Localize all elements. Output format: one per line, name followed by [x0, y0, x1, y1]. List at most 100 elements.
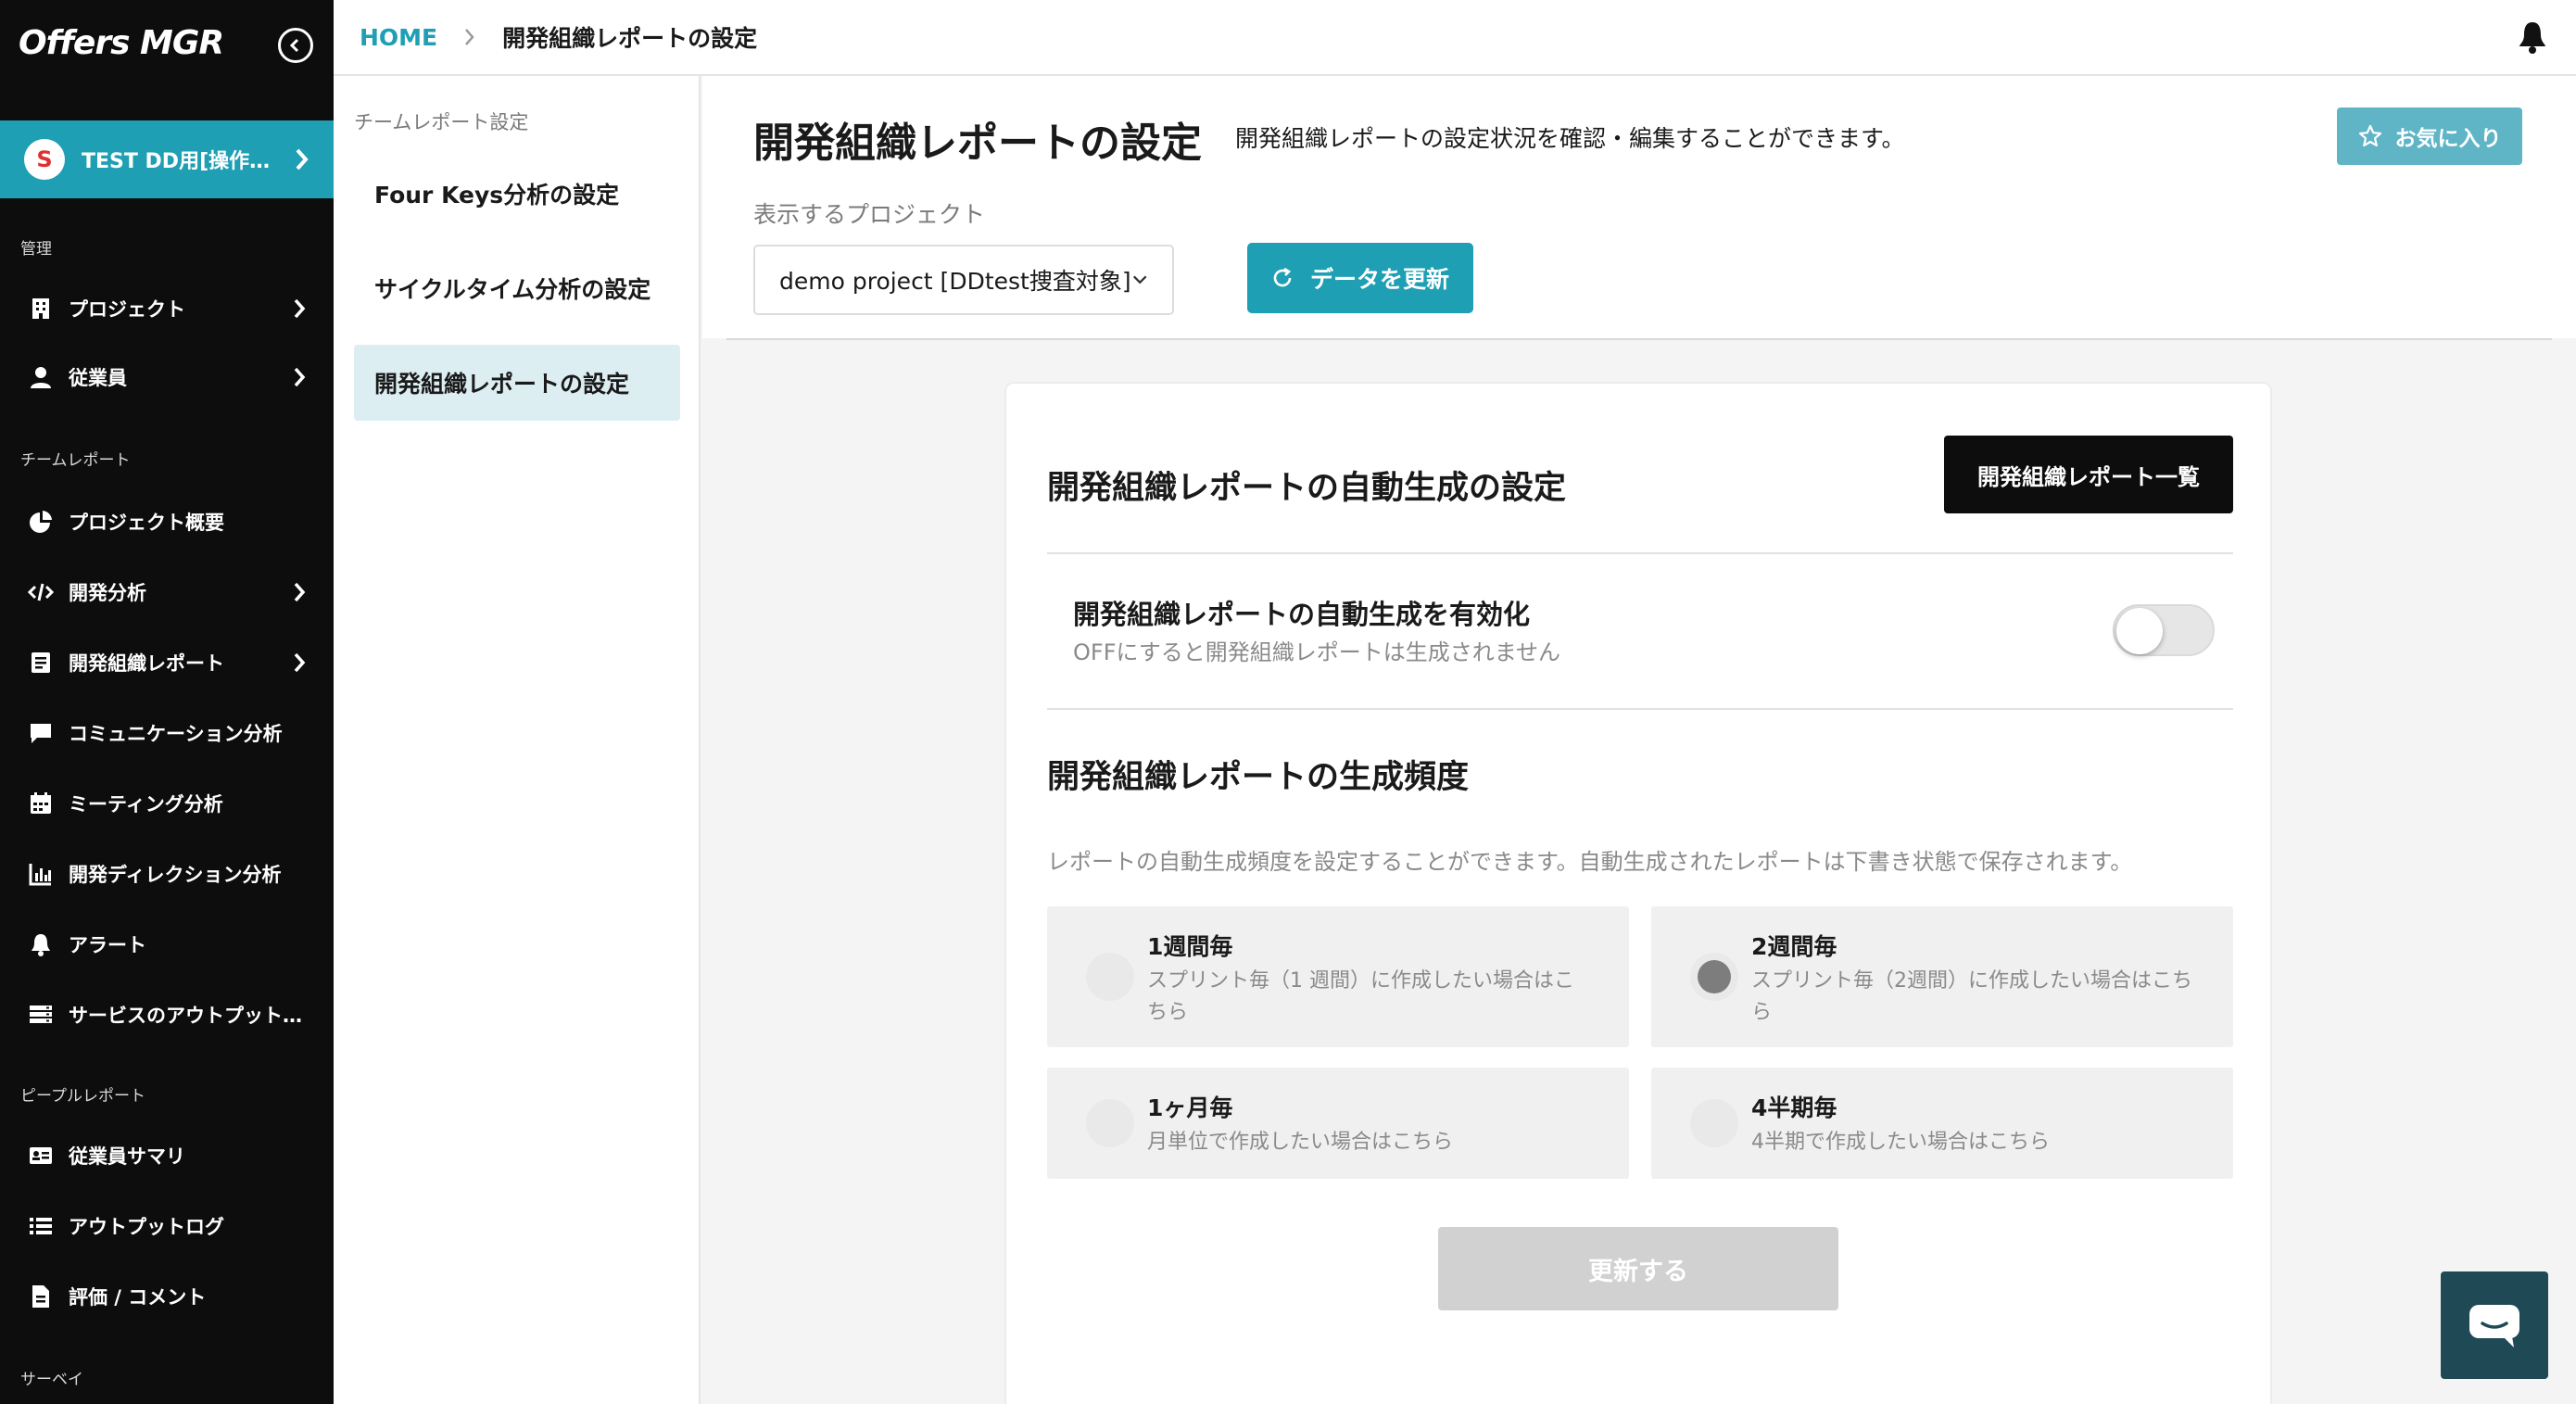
favorite-button[interactable]: お気に入り	[2337, 108, 2522, 165]
sidebar-item-output-log[interactable]: アウトプットログ	[0, 1194, 334, 1259]
header-divider	[726, 338, 2552, 340]
sidebar-item-label: コミュニケーション分析	[69, 723, 283, 745]
organization-name: TEST DD用[操作…	[82, 150, 271, 173]
star-icon	[2358, 124, 2381, 147]
subnav-item-cycle-time[interactable]: サイクルタイム分析の設定	[354, 250, 680, 326]
sidebar-item-label: 従業員サマリ	[69, 1145, 185, 1168]
radio-button[interactable]	[1086, 953, 1134, 1001]
section-label-team-report: チームレポート	[20, 451, 131, 470]
organization-avatar: S	[24, 139, 65, 180]
document-icon	[28, 650, 54, 676]
project-select-value: demo project [DDtest捜査対象]	[779, 268, 1131, 295]
radio-button[interactable]	[1690, 1099, 1738, 1147]
option-title: 1ヶ月毎	[1147, 1094, 1233, 1121]
main-content: 開発組織レポートの設定 開発組織レポートの設定状況を確認・編集することができます…	[702, 76, 2576, 1404]
update-button[interactable]: 更新する	[1438, 1227, 1838, 1310]
breadcrumb-current: 開発組織レポートの設定	[502, 25, 758, 52]
option-description: スプリント毎（1 週間）に作成したい場合はこちら	[1147, 969, 1574, 1024]
sidebar: Offers MGR S TEST DD用[操作… 管理 プロジェクト 従業員 …	[0, 0, 334, 1404]
sidebar-item-label: 開発組織レポート	[69, 652, 224, 675]
option-description: スプリント毎（2週間）に作成したい場合はこちら	[1751, 969, 2192, 1024]
frequency-option-2weeks[interactable]: 2週間毎 スプリント毎（2週間）に作成したい場合はこちら	[1651, 906, 2233, 1047]
option-title: 4半期毎	[1751, 1094, 1837, 1121]
refresh-icon	[1273, 267, 1292, 287]
chevron-right-icon	[294, 652, 306, 673]
sidebar-item-dev-direction-analysis[interactable]: 開発ディレクション分析	[0, 841, 334, 906]
frequency-help-text: レポートの自動生成頻度を設定することができます。自動生成されたレポートは下書き状…	[1047, 849, 2133, 875]
frequency-title: 開発組織レポートの生成頻度	[1047, 759, 1470, 796]
sidebar-item-project-overview[interactable]: プロジェクト概要	[0, 489, 334, 554]
sidebar-item-employees[interactable]: 従業員	[0, 345, 334, 410]
subnav-item-dev-org-report[interactable]: 開発組織レポートの設定	[354, 345, 680, 421]
chevron-right-icon	[296, 148, 309, 171]
person-icon	[28, 364, 54, 390]
frequency-option-1week[interactable]: 1週間毎 スプリント毎（1 週間）に作成したい場合はこちら	[1047, 906, 1629, 1047]
page-description: 開発組織レポートの設定状況を確認・編集することができます。	[1235, 125, 1905, 152]
sidebar-item-service-output[interactable]: サービスのアウトプット…	[0, 982, 334, 1047]
file-icon	[28, 1284, 54, 1309]
brand-logo[interactable]: Offers MGR	[19, 24, 224, 62]
favorite-label: お気に入り	[2394, 127, 2502, 151]
sidebar-item-communication-analysis[interactable]: コミュニケーション分析	[0, 701, 334, 765]
chat-bubble-icon	[28, 720, 54, 746]
sidebar-item-label: プロジェクト概要	[69, 512, 224, 534]
sidebar-item-employee-summary[interactable]: 従業員サマリ	[0, 1123, 334, 1188]
subnav-title: チームレポート設定	[354, 111, 529, 133]
id-card-icon	[28, 1143, 54, 1169]
option-title: 1週間毎	[1147, 933, 1233, 960]
sidebar-item-label: サービスのアウトプット…	[69, 1005, 302, 1027]
chevron-down-icon	[1132, 275, 1147, 285]
sidebar-item-project[interactable]: プロジェクト	[0, 276, 334, 341]
report-list-button[interactable]: 開発組織レポート一覧	[1944, 436, 2233, 513]
sidebar-item-label: アウトプットログ	[69, 1216, 224, 1238]
breadcrumb-home-link[interactable]: HOME	[360, 24, 437, 51]
sidebar-item-label: ミーティング分析	[69, 793, 223, 816]
auto-generate-subtitle: OFFにすると開発組織レポートは生成されません	[1073, 639, 1561, 665]
page-title: 開発組織レポートの設定	[753, 120, 1202, 167]
sidebar-item-dev-analysis[interactable]: 開発分析	[0, 560, 334, 625]
section-label-admin: 管理	[20, 240, 52, 259]
radio-button[interactable]	[1086, 1099, 1134, 1147]
list-icon	[28, 1213, 54, 1239]
chevron-left-icon	[289, 38, 299, 53]
code-icon	[28, 579, 54, 605]
sidebar-item-label: 開発ディレクション分析	[69, 864, 282, 886]
notification-bell-icon[interactable]	[2515, 19, 2550, 56]
sidebar-item-label: 評価 / コメント	[69, 1286, 207, 1309]
frequency-option-1month[interactable]: 1ヶ月毎 月単位で作成したい場合はこちら	[1047, 1068, 1629, 1179]
chevron-right-icon	[294, 582, 306, 602]
project-select-label: 表示するプロジェクト	[753, 201, 986, 228]
radio-button-selected[interactable]	[1690, 953, 1738, 1001]
sidebar-item-label: 開発分析	[69, 582, 146, 604]
pie-chart-icon	[28, 509, 54, 535]
settings-subnav: チームレポート設定 Four Keys分析の設定 サイクルタイム分析の設定 開発…	[334, 76, 701, 1404]
option-description: 月単位で作成したい場合はこちら	[1147, 1131, 1454, 1154]
collapse-sidebar-button[interactable]	[278, 28, 313, 63]
sidebar-item-meeting-analysis[interactable]: ミーティング分析	[0, 771, 334, 836]
chevron-right-icon	[294, 367, 306, 387]
auto-generate-title: 開発組織レポートの自動生成を有効化	[1073, 599, 1531, 630]
subnav-item-four-keys[interactable]: Four Keys分析の設定	[354, 156, 680, 232]
chat-widget-button[interactable]	[2441, 1271, 2548, 1379]
server-icon	[28, 1002, 54, 1028]
chevron-right-icon	[465, 29, 474, 45]
card-divider	[1047, 552, 2233, 554]
frequency-option-quarter[interactable]: 4半期毎 4半期で作成したい場合はこちら	[1651, 1068, 2233, 1179]
sidebar-item-label: アラート	[69, 934, 146, 956]
app-root: Offers MGR S TEST DD用[操作… 管理 プロジェクト 従業員 …	[0, 0, 2576, 1404]
top-bar: HOME 開発組織レポートの設定	[334, 0, 2576, 76]
sidebar-item-alerts[interactable]: アラート	[0, 912, 334, 977]
sidebar-item-dev-org-report[interactable]: 開発組織レポート	[0, 630, 334, 695]
sidebar-item-evaluation-comments[interactable]: 評価 / コメント	[0, 1264, 334, 1329]
bell-icon	[28, 931, 54, 957]
project-select[interactable]: demo project [DDtest捜査対象]	[753, 245, 1174, 315]
calendar-icon	[28, 791, 54, 816]
chevron-right-icon	[294, 298, 306, 319]
card-title: 開発組織レポートの自動生成の設定	[1047, 470, 1567, 507]
organization-switcher[interactable]: S TEST DD用[操作…	[0, 120, 334, 198]
section-label-people-report: ピープルレポート	[20, 1087, 145, 1106]
card-divider	[1047, 708, 2233, 710]
refresh-data-button[interactable]: データを更新	[1247, 243, 1473, 313]
auto-generate-toggle[interactable]	[2113, 604, 2215, 656]
building-icon	[28, 296, 54, 322]
